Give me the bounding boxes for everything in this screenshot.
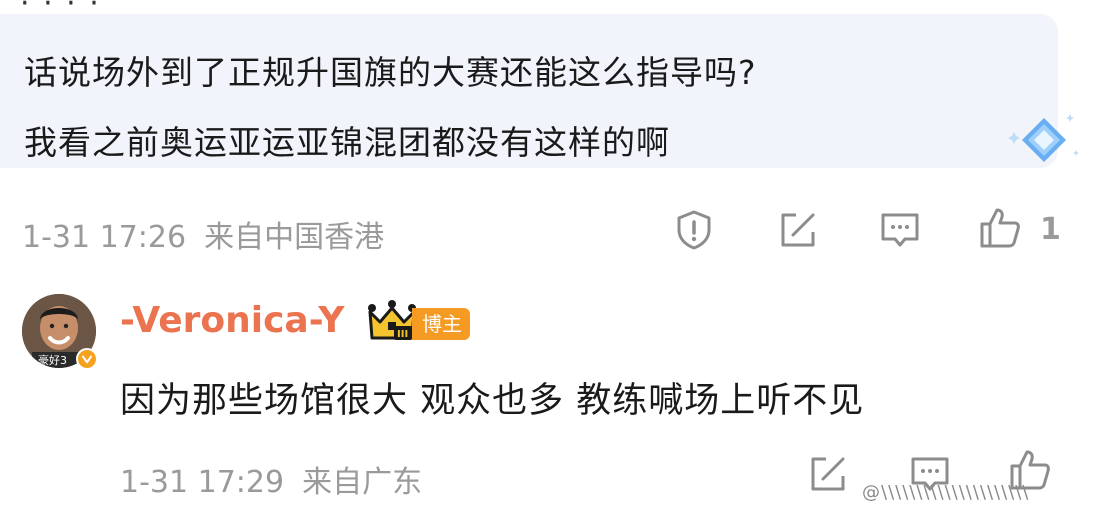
- comment-text-line-1: 话说场外到了正规升国旗的大赛还能这么指导吗?: [24, 53, 757, 92]
- reply-edit-icon[interactable]: [806, 452, 850, 496]
- comment-location: 来自中国香港: [204, 220, 385, 255]
- username[interactable]: -Veronica-Y: [120, 300, 344, 341]
- reply-location: 来自广东: [302, 465, 423, 500]
- crown-icon: III: [366, 298, 418, 346]
- comment-icon[interactable]: [878, 208, 922, 252]
- avatar-caption: 豪好3: [38, 353, 67, 367]
- report-icon[interactable]: [672, 208, 716, 252]
- reply-text: 因为那些场馆很大 观众也多 教练喊场上听不见: [120, 381, 865, 421]
- edit-icon[interactable]: [776, 208, 820, 252]
- comment-time: 1-31 17:26: [22, 220, 187, 255]
- watermark: @\\\\\\\\\\\\\\\\\\\\\: [862, 482, 1030, 503]
- reply-time: 1-31 17:29: [120, 465, 285, 500]
- partial-previous-text: · · · ·: [20, 0, 260, 6]
- blogger-tag: 博主: [412, 308, 470, 340]
- comment-bubble: 话说场外到了正规升国旗的大赛还能这么指导吗? 我看之前奥运亚运亚锦混团都没有这样…: [0, 14, 1058, 168]
- like-count: 1: [1040, 212, 1061, 247]
- like-icon[interactable]: [978, 206, 1022, 250]
- diamond-badge-icon: [1004, 110, 1084, 174]
- svg-text:III: III: [397, 329, 408, 340]
- verified-badge-icon: [76, 348, 98, 370]
- comment-text-line-2: 我看之前奥运亚运亚锦混团都没有这样的啊: [24, 123, 670, 162]
- reply-meta: 1-31 17:29 来自广东: [120, 457, 422, 501]
- comment-meta: 1-31 17:26 来自中国香港: [22, 212, 384, 256]
